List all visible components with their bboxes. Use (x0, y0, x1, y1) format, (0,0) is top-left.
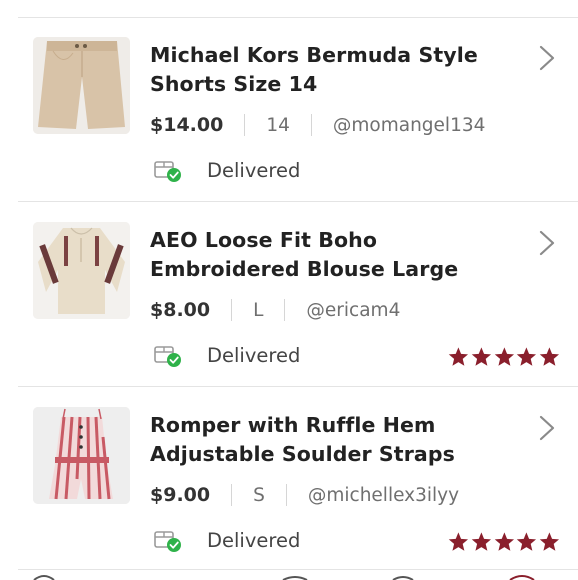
seller-username[interactable]: @michellex3ilyy (308, 485, 459, 506)
title-line-1: Michael Kors Bermuda Style (150, 43, 478, 67)
star-icon (471, 532, 491, 551)
order-status: Delivered (153, 340, 300, 370)
star-icon (494, 532, 514, 551)
chevron-right-icon[interactable] (538, 230, 556, 256)
order-meta: $14.00 14 @momangel134 (150, 111, 485, 139)
star-icon (494, 347, 514, 366)
size: S (253, 484, 265, 506)
star-icon (539, 532, 560, 551)
product-thumbnail-shorts[interactable] (33, 37, 130, 134)
package-delivered-icon (154, 161, 181, 182)
title-line-2: Shorts Size 14 (150, 72, 318, 96)
price: $14.00 (150, 114, 224, 136)
size: L (253, 299, 264, 321)
order-status: Delivered (153, 525, 300, 555)
status-label: Delivered (207, 343, 301, 367)
title-line-2: Embroidered Blouse Large (150, 257, 459, 281)
star-icon (448, 347, 469, 366)
order-status: Delivered (153, 155, 300, 185)
order-item-2[interactable]: AEO Loose Fit Boho Embroidered Blouse La… (0, 202, 578, 386)
meta-separator (231, 299, 233, 321)
status-label: Delivered (207, 158, 301, 182)
striped-romper-image (33, 407, 130, 504)
price: $9.00 (150, 484, 211, 506)
star-icon (517, 347, 537, 366)
title-line-2: Adjustable Soulder Straps (150, 442, 455, 466)
size: 14 (266, 114, 290, 136)
order-meta: $8.00 L @ericam4 (150, 296, 400, 324)
star-icon (517, 532, 537, 551)
meta-separator (231, 484, 233, 506)
chevron-right-icon[interactable] (538, 415, 556, 441)
meta-separator (244, 114, 246, 136)
star-icon (539, 347, 560, 366)
seller-username[interactable]: @ericam4 (306, 300, 400, 321)
title-line-1: Romper with Ruffle Hem (150, 413, 436, 437)
beige-shorts-image (33, 37, 130, 134)
title-line-1: AEO Loose Fit Boho (150, 228, 378, 252)
order-meta: $9.00 S @michellex3ilyy (150, 481, 459, 509)
package-delivered-icon (154, 346, 181, 367)
chevron-right-icon[interactable] (538, 45, 556, 71)
product-title[interactable]: Romper with Ruffle Hem Adjustable Soulde… (150, 411, 510, 469)
star-icon (448, 532, 469, 551)
meta-separator (285, 484, 287, 506)
bottom-nav-partial (33, 575, 535, 580)
product-title[interactable]: AEO Loose Fit Boho Embroidered Blouse La… (150, 226, 510, 284)
meta-separator (284, 299, 286, 321)
seller-username[interactable]: @momangel134 (333, 115, 486, 136)
meta-separator (310, 114, 312, 136)
status-label: Delivered (207, 528, 301, 552)
rating-stars (447, 346, 561, 368)
price: $8.00 (150, 299, 211, 321)
package-delivered-icon (154, 531, 181, 552)
order-item-3[interactable]: Romper with Ruffle Hem Adjustable Soulde… (0, 387, 578, 571)
product-title[interactable]: Michael Kors Bermuda Style Shorts Size 1… (150, 41, 510, 99)
order-item-1[interactable]: Michael Kors Bermuda Style Shorts Size 1… (0, 17, 578, 201)
rating-stars (447, 531, 561, 553)
boho-blouse-image (33, 222, 130, 319)
product-thumbnail-blouse[interactable] (33, 222, 130, 319)
star-icon (471, 347, 491, 366)
product-thumbnail-romper[interactable] (33, 407, 130, 504)
